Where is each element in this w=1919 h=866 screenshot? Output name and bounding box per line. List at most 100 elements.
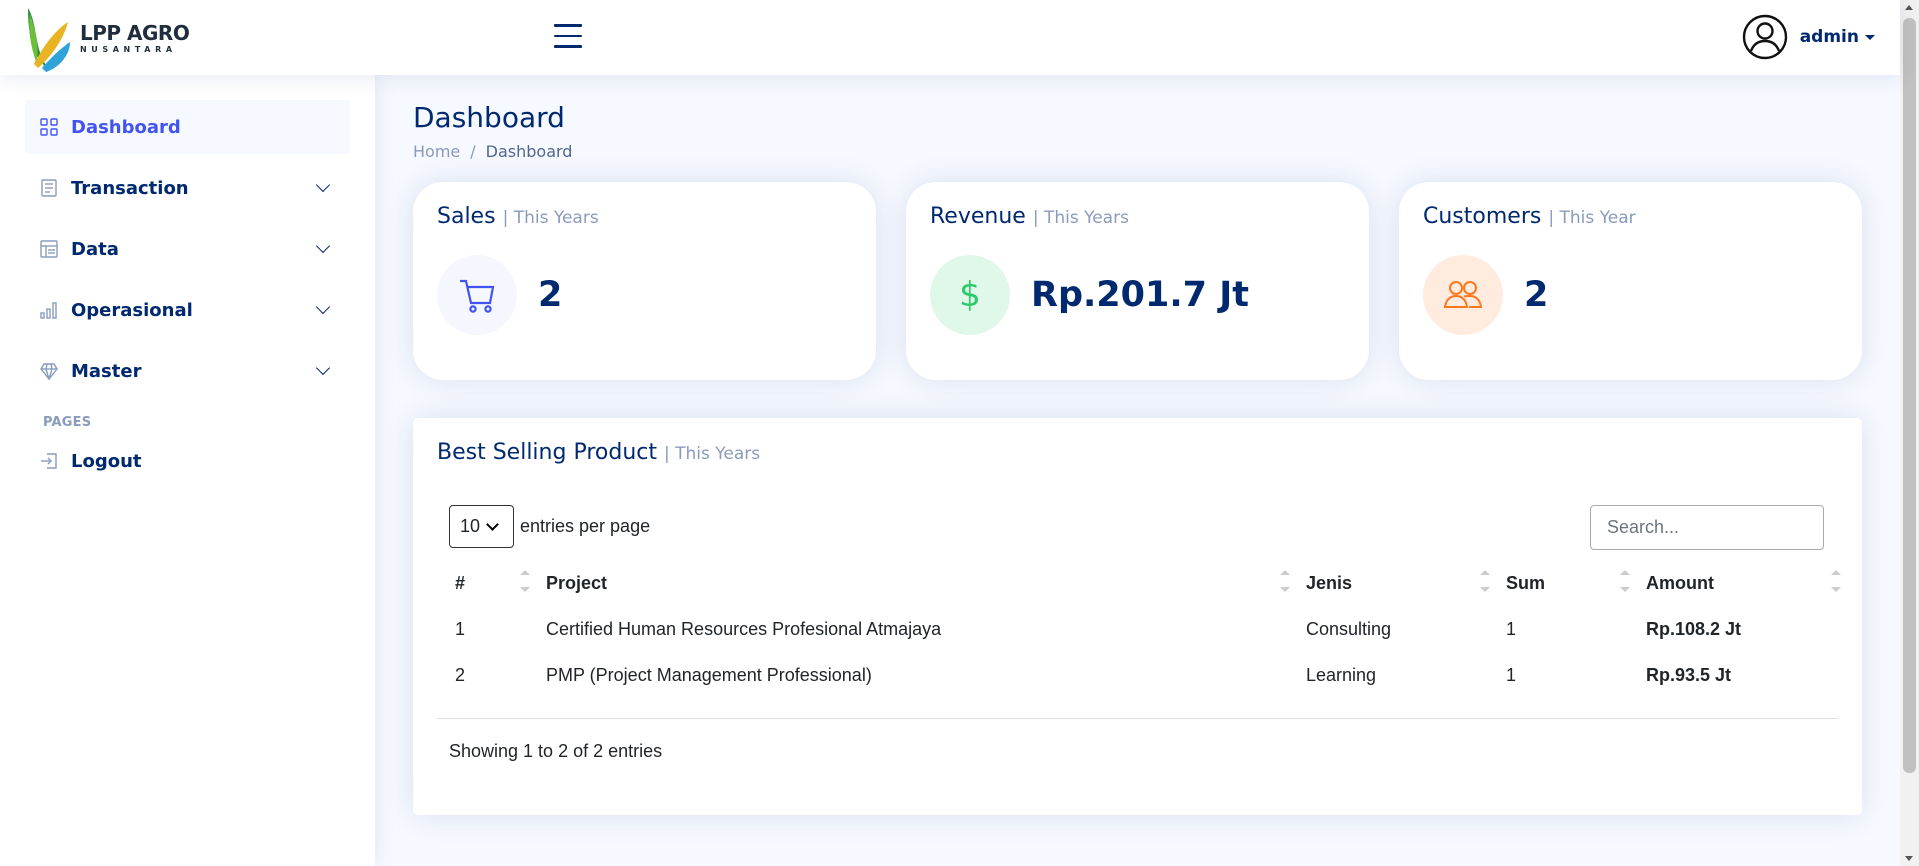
cell-number: 2	[455, 664, 466, 685]
gem-icon	[40, 362, 58, 380]
brand-logo[interactable]: LPP AGRO NUSANTARA	[24, 4, 204, 72]
hamburger-line	[554, 45, 582, 48]
card-title: Sales | This Years	[437, 204, 852, 229]
dollar-icon: $	[930, 255, 1010, 335]
table-header-row: # Project Jenis Sum Amount	[449, 560, 1851, 606]
best-selling-card: Best Selling Product | This Years 10 ent…	[413, 418, 1862, 815]
sort-icon	[1280, 570, 1290, 592]
sidebar-item-dashboard[interactable]: Dashboard	[25, 100, 350, 154]
user-avatar-icon	[1742, 14, 1787, 60]
bar-chart-icon	[40, 301, 58, 319]
cell-jenis: Consulting	[1306, 618, 1392, 639]
card-period: | This Years	[1032, 208, 1129, 228]
revenue-value: Rp.201.7 Jt	[1031, 275, 1249, 315]
sales-card: Sales | This Years 2	[413, 182, 876, 380]
sidebar-heading: Pages	[43, 415, 92, 430]
sidebar-item-data[interactable]: Data	[25, 222, 350, 276]
sidebar: Dashboard Transaction Data Operasional M…	[0, 75, 375, 866]
user-name: admin	[1799, 27, 1859, 47]
chevron-down-icon	[486, 517, 499, 531]
card-title-text: Sales	[437, 204, 496, 229]
scroll-down-arrow-icon[interactable]	[1905, 856, 1913, 861]
card-period: | This Years	[663, 444, 761, 464]
cell-amount: Rp.108.2 Jt	[1646, 618, 1742, 639]
sort-icon	[1620, 570, 1630, 592]
customers-card: Customers | This Year 2	[1399, 182, 1862, 380]
dropdown-caret-icon	[1865, 34, 1875, 40]
sidebar-item-label: Master	[71, 360, 142, 382]
sidebar-item-master[interactable]: Master	[25, 344, 350, 398]
grid-icon	[40, 118, 58, 136]
sidebar-toggle-button[interactable]	[553, 24, 583, 52]
svg-text:$: $	[959, 275, 981, 315]
column-header-project[interactable]: Project	[540, 560, 1300, 606]
sort-icon	[1480, 570, 1490, 592]
column-header-amount[interactable]: Amount	[1640, 560, 1851, 606]
brand-subtitle: NUSANTARA	[80, 44, 177, 54]
table-row: 1 Certified Human Resources Profesional …	[449, 606, 1851, 652]
card-period: | This Year	[1548, 208, 1636, 228]
card-title-text: Customers	[1423, 204, 1542, 229]
logo-mark-icon	[28, 8, 70, 72]
summary-cards: Sales | This Years 2 Revenue | This Year…	[413, 182, 1862, 380]
table-icon	[40, 240, 58, 258]
column-header-sum[interactable]: Sum	[1500, 560, 1640, 606]
sidebar-item-label: Data	[71, 238, 119, 260]
cell-number: 1	[455, 618, 466, 639]
card-title-text: Best Selling Product	[437, 440, 657, 465]
scroll-up-arrow-icon[interactable]	[1905, 5, 1913, 10]
search-input[interactable]	[1590, 505, 1824, 550]
revenue-card: Revenue | This Years $ Rp.201.7 Jt	[906, 182, 1369, 380]
people-icon	[1423, 255, 1503, 335]
sort-icon	[520, 570, 530, 592]
sidebar-item-label: Transaction	[71, 177, 189, 199]
per-page-label: entries per page	[520, 516, 651, 536]
sort-icon	[1831, 570, 1841, 592]
chevron-down-icon	[315, 360, 331, 376]
per-page-value: 10	[460, 516, 481, 536]
hamburger-line	[554, 24, 582, 27]
cell-project: PMP (Project Management Professional)	[546, 664, 872, 685]
column-header-number[interactable]: #	[449, 560, 540, 606]
card-title: Customers | This Year	[1423, 204, 1838, 229]
table-row: 2 PMP (Project Management Professional) …	[449, 652, 1851, 698]
breadcrumb: Home / Dashboard	[413, 142, 1862, 161]
sidebar-item-label: Dashboard	[71, 116, 181, 138]
customers-value: 2	[1524, 275, 1549, 315]
sidebar-item-transaction[interactable]: Transaction	[25, 161, 350, 215]
cell-sum: 1	[1506, 618, 1517, 639]
cell-jenis: Learning	[1306, 664, 1377, 685]
chevron-down-icon	[315, 238, 331, 254]
hamburger-line	[554, 34, 582, 37]
sales-value: 2	[538, 275, 563, 315]
table-info: Showing 1 to 2 of 2 entries	[437, 718, 1839, 784]
sidebar-item-label: Logout	[71, 450, 142, 472]
sidebar-item-label: Operasional	[71, 299, 193, 321]
user-menu[interactable]: admin	[1742, 14, 1875, 60]
card-period: | This Years	[502, 208, 599, 228]
cell-sum: 1	[1506, 664, 1517, 685]
card-title: Best Selling Product | This Years	[437, 440, 1838, 465]
breadcrumb-separator: /	[470, 142, 476, 161]
scrollbar-thumb[interactable]	[1903, 18, 1916, 773]
card-title: Revenue | This Years	[930, 204, 1345, 229]
column-header-jenis[interactable]: Jenis	[1300, 560, 1500, 606]
main-content: Dashboard Home / Dashboard Sales | This …	[375, 75, 1900, 866]
card-title-text: Revenue	[930, 204, 1026, 229]
chevron-down-icon	[315, 177, 331, 193]
cell-amount: Rp.93.5 Jt	[1646, 664, 1732, 685]
page-title: Dashboard	[413, 101, 565, 134]
chevron-down-icon	[315, 299, 331, 315]
breadcrumb-current: Dashboard	[485, 142, 573, 161]
breadcrumb-home-link[interactable]: Home	[413, 142, 460, 161]
per-page-select[interactable]: 10	[449, 505, 514, 548]
sidebar-item-operasional[interactable]: Operasional	[25, 283, 350, 337]
cart-icon	[437, 255, 517, 335]
sidebar-item-logout[interactable]: Logout	[25, 434, 350, 488]
best-selling-table: # Project Jenis Sum Amount 1 Certified H…	[449, 560, 1851, 698]
receipt-icon	[40, 179, 58, 197]
cell-project: Certified Human Resources Profesional At…	[546, 618, 942, 639]
page-scrollbar[interactable]	[1900, 0, 1919, 866]
logout-icon	[40, 452, 58, 470]
top-header: LPP AGRO NUSANTARA admin	[0, 0, 1900, 75]
